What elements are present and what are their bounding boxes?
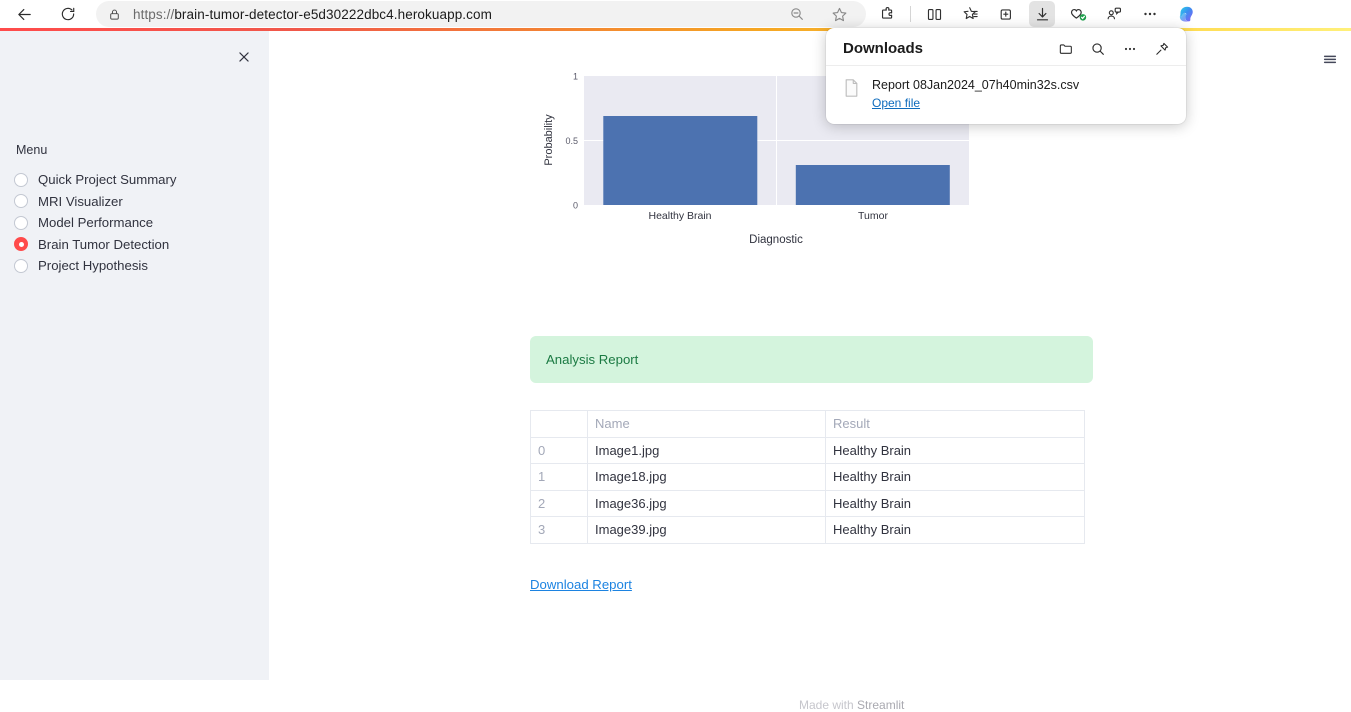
- close-icon: [239, 52, 249, 62]
- row-name: Image39.jpg: [587, 516, 826, 544]
- radio-icon-selected: [14, 237, 28, 251]
- open-file-link[interactable]: Open file: [872, 95, 920, 111]
- y-axis-title: Probability: [543, 114, 555, 166]
- row-index: 0: [530, 436, 588, 464]
- analysis-report-label: Analysis Report: [546, 352, 639, 367]
- table-header-index: [530, 410, 588, 438]
- sidebar-item-project-hypothesis[interactable]: Project Hypothesis: [14, 255, 254, 276]
- table-row: 2 Image36.jpg Healthy Brain: [530, 489, 1085, 517]
- collections-icon[interactable]: [957, 1, 983, 27]
- row-index: 2: [530, 489, 588, 517]
- open-folder-icon[interactable]: [1054, 37, 1078, 61]
- main-content: 1 0.5 0 Probability Healthy Brain Tumor …: [269, 31, 1351, 712]
- radio-icon: [14, 258, 28, 273]
- x-axis-title: Diagnostic: [749, 234, 803, 246]
- x-axis: Healthy Brain Tumor: [648, 210, 888, 222]
- reload-button[interactable]: [54, 0, 82, 28]
- search-icon[interactable]: [1086, 37, 1110, 61]
- sidebar-item-label: Brain Tumor Detection: [38, 236, 170, 252]
- analysis-report-table: Name Result 0 Image1.jpg Healthy Brain 1…: [530, 410, 1085, 544]
- address-bar-text: https://brain-tumor-detector-e5d30222dbc…: [133, 7, 492, 22]
- y-tick-label: 0.5: [565, 136, 578, 146]
- table-row: 0 Image1.jpg Healthy Brain: [530, 436, 1085, 464]
- download-filename: Report 08Jan2024_07h40min32s.csv: [872, 78, 1080, 92]
- row-result: Healthy Brain: [825, 489, 1085, 517]
- row-name: Image1.jpg: [587, 436, 826, 464]
- x-tick-label: Tumor: [858, 210, 888, 222]
- bar-tumor: [795, 165, 950, 205]
- favorite-star-icon[interactable]: [826, 1, 852, 27]
- table-header-result: Result: [825, 410, 1085, 438]
- downloads-header: Downloads: [826, 32, 1186, 66]
- download-report-link[interactable]: Download Report: [530, 577, 632, 592]
- sidebar-menu: Quick Project Summary MRI Visualizer Mod…: [14, 169, 254, 277]
- reload-icon: [61, 7, 75, 21]
- row-name: Image36.jpg: [587, 489, 826, 517]
- row-index: 3: [530, 516, 588, 544]
- downloads-icon: [1036, 7, 1048, 20]
- table-header-name: Name: [587, 410, 826, 438]
- footer-brand[interactable]: Streamlit: [857, 698, 904, 712]
- browser-actions: [874, 0, 1206, 28]
- back-button[interactable]: [10, 0, 38, 28]
- more-options-icon[interactable]: [1118, 37, 1142, 61]
- sidebar-item-label: Model Performance: [38, 215, 154, 230]
- app-menu-button[interactable]: [1316, 45, 1344, 73]
- sidebar-close-button[interactable]: [231, 44, 257, 70]
- radio-icon: [14, 194, 28, 208]
- web-page: Menu Quick Project Summary MRI Visualize…: [0, 28, 1351, 712]
- y-tick-label: 1: [573, 72, 578, 82]
- menu-label: Menu: [16, 143, 48, 157]
- settings-ellipsis-icon[interactable]: [1137, 1, 1163, 27]
- sidebar-item-model-performance[interactable]: Model Performance: [14, 212, 254, 233]
- footer-made-with: Made with: [799, 698, 858, 712]
- sidebar: Menu Quick Project Summary MRI Visualize…: [0, 31, 269, 680]
- csv-file-icon: [840, 76, 862, 102]
- sidebar-item-quick-project-summary[interactable]: Quick Project Summary: [14, 169, 254, 190]
- row-result: Healthy Brain: [825, 436, 1085, 464]
- browser-essentials-icon[interactable]: [993, 1, 1019, 27]
- profile-icon[interactable]: [1101, 1, 1127, 27]
- row-result: Healthy Brain: [825, 516, 1085, 544]
- back-arrow-icon: [17, 8, 31, 20]
- row-index: 1: [530, 463, 588, 491]
- extensions-puzzle-icon[interactable]: [874, 1, 900, 27]
- row-result: Healthy Brain: [825, 463, 1085, 491]
- copilot-icon[interactable]: [1173, 1, 1199, 27]
- sidebar-item-label: MRI Visualizer: [38, 193, 123, 209]
- sidebar-item-label: Project Hypothesis: [38, 258, 148, 273]
- sidebar-item-brain-tumor-detection[interactable]: Brain Tumor Detection: [14, 234, 254, 255]
- copilot-logo: [1179, 6, 1193, 22]
- sidebar-item-label: Quick Project Summary: [38, 172, 177, 187]
- table-row: 1 Image18.jpg Healthy Brain: [530, 463, 1085, 491]
- address-bar[interactable]: https://brain-tumor-detector-e5d30222dbc…: [96, 1, 866, 27]
- table-row: 3 Image39.jpg Healthy Brain: [530, 516, 1085, 544]
- split-screen-icon[interactable]: [921, 1, 947, 27]
- y-tick-label: 0: [573, 201, 578, 211]
- url-host: brain-tumor-detector-e5d30222dbc4.heroku…: [174, 6, 492, 22]
- pin-icon[interactable]: [1150, 37, 1174, 61]
- url-scheme: https://: [133, 6, 175, 22]
- lock-icon: [108, 8, 121, 21]
- bar-healthy-brain: [603, 116, 758, 205]
- streamlit-footer: Made with Streamlit: [799, 698, 904, 712]
- downloads-button[interactable]: [1029, 1, 1055, 27]
- radio-icon: [14, 215, 28, 230]
- downloads-title: Downloads: [843, 40, 924, 57]
- radio-icon: [14, 172, 28, 187]
- analysis-report-alert: Analysis Report: [530, 336, 1093, 383]
- x-tick-label: Healthy Brain: [648, 210, 711, 222]
- zoom-out-icon[interactable]: [784, 1, 810, 27]
- browser-toolbar: https://brain-tumor-detector-e5d30222dbc…: [0, 0, 1351, 28]
- sidebar-item-mri-visualizer[interactable]: MRI Visualizer: [14, 191, 254, 212]
- hamburger-menu-icon: [1323, 55, 1337, 64]
- download-item[interactable]: Report 08Jan2024_07h40min32s.csv Open fi…: [826, 66, 1186, 124]
- y-axis: 1 0.5 0: [565, 72, 578, 211]
- toolbar-separator: [910, 6, 911, 22]
- row-name: Image18.jpg: [587, 463, 826, 491]
- shopping-icon[interactable]: [1065, 1, 1091, 27]
- downloads-flyout: Downloads Report 08Jan2024_07h40min32s.c…: [826, 28, 1186, 124]
- table-header-row: Name Result: [530, 410, 1085, 438]
